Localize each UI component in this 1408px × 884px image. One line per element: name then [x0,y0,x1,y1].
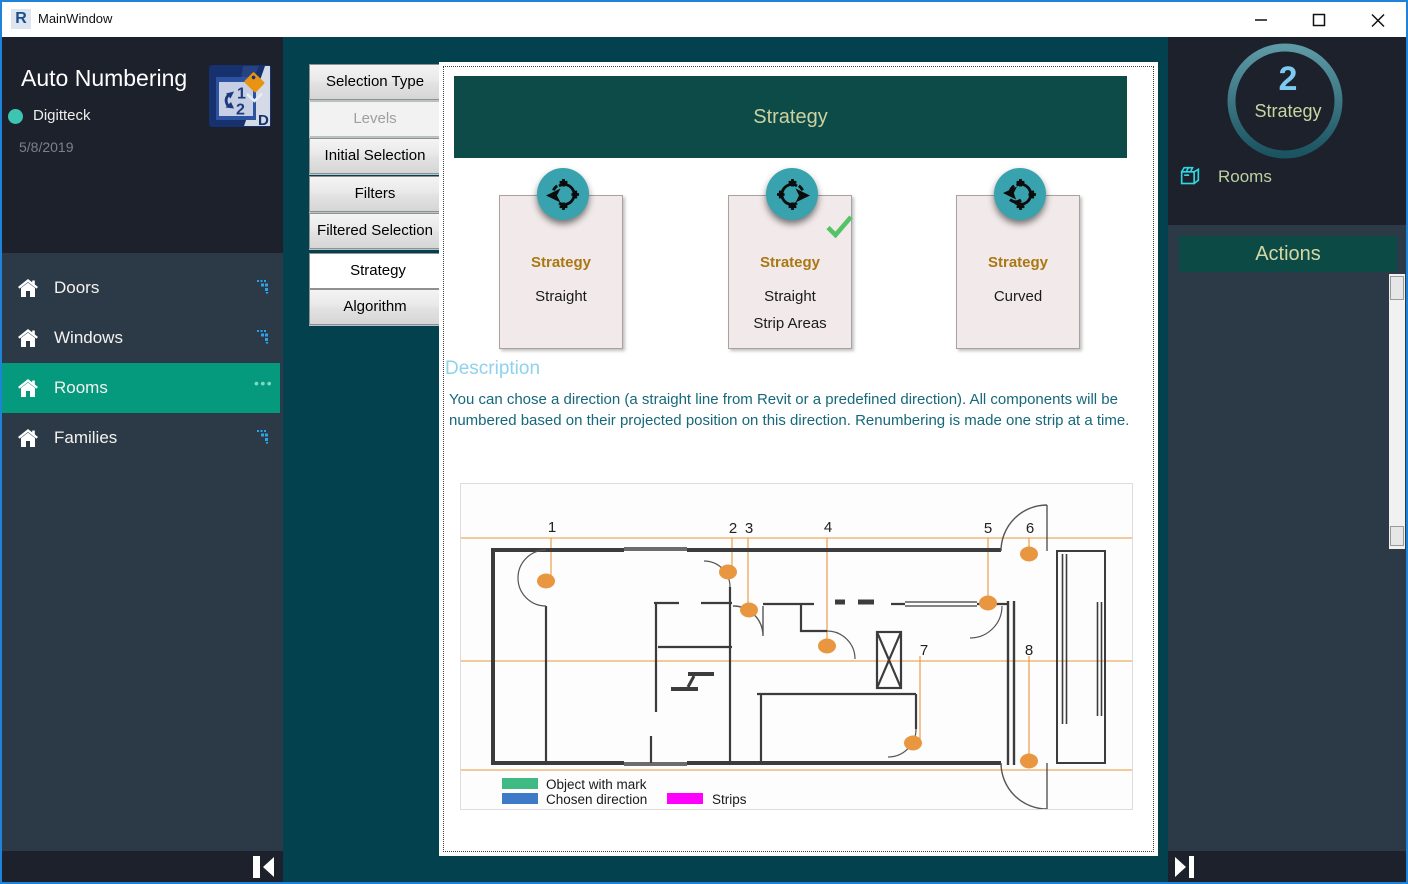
svg-text:1: 1 [548,519,556,536]
svg-text:4: 4 [824,519,832,536]
svg-text:5: 5 [984,520,992,537]
svg-text:7: 7 [920,642,928,659]
svg-text:1: 1 [237,86,246,103]
svg-text:Strips: Strips [712,792,747,807]
svg-text:Object with mark: Object with mark [546,777,647,792]
svg-text:Chosen direction: Chosen direction [546,792,647,807]
svg-text:2: 2 [236,102,245,119]
svg-text:8: 8 [1025,642,1033,659]
svg-text:3: 3 [745,520,753,537]
svg-text:Strategy: Strategy [1254,101,1321,121]
svg-text:2: 2 [1279,60,1298,98]
svg-text:2: 2 [729,520,737,537]
svg-text:6: 6 [1026,520,1034,537]
svg-text:D: D [258,112,269,127]
